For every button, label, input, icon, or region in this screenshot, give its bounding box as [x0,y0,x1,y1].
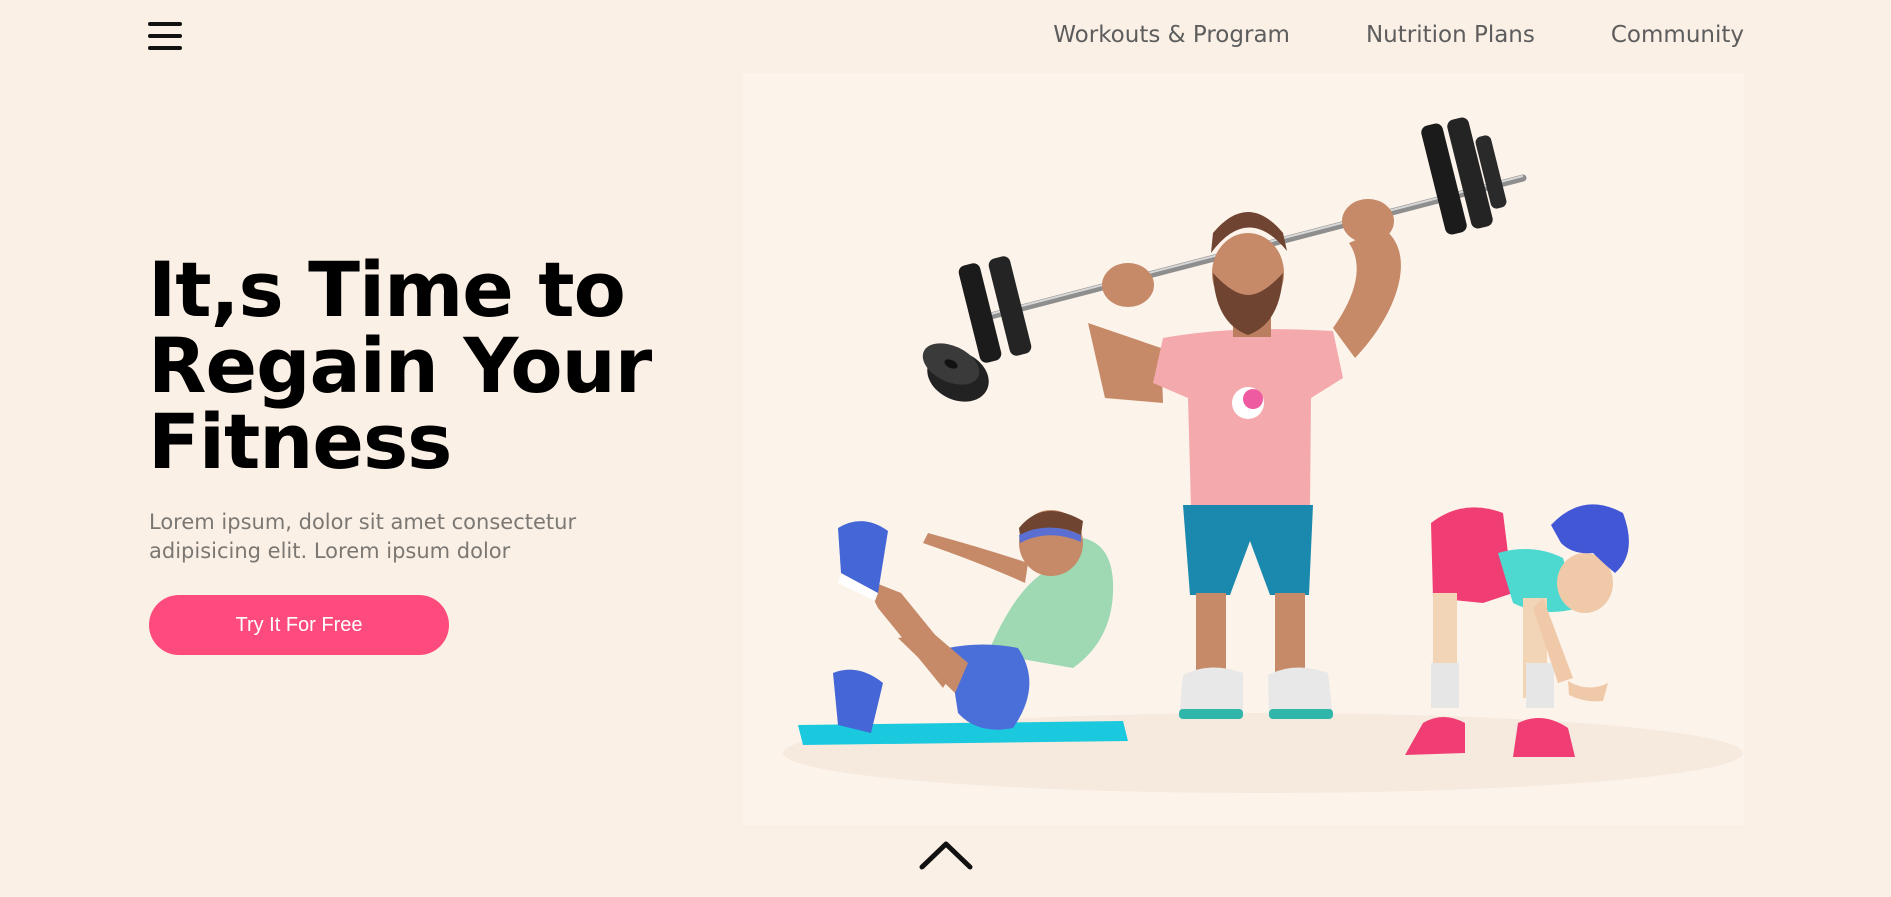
hero-subtitle: Lorem ipsum, dolor sit amet consectetur … [149,508,609,566]
nav-link-workouts-program[interactable]: Workouts & Program [1053,22,1290,48]
hero-title-line: Regain Your [148,321,652,410]
try-it-for-free-button[interactable]: Try It For Free [149,595,449,655]
chevron-up-icon[interactable] [916,836,976,874]
hero-subtitle-line: adipisicing elit. Lorem ipsum dolor [149,539,511,563]
fitness-illustration [743,73,1744,825]
hero-title-line: It,s Time to [148,245,626,334]
hero-subtitle-line: Lorem ipsum, dolor sit amet consectetur [149,510,577,534]
hamburger-menu-icon[interactable] [148,20,184,52]
hero-title-line: Fitness [148,397,452,486]
main-navigation: Workouts & Program Nutrition Plans Commu… [1053,22,1744,48]
nav-link-community[interactable]: Community [1611,22,1744,48]
nav-link-nutrition-plans[interactable]: Nutrition Plans [1366,22,1535,48]
hero-title: It,s Time to Regain Your Fitness [148,252,708,480]
